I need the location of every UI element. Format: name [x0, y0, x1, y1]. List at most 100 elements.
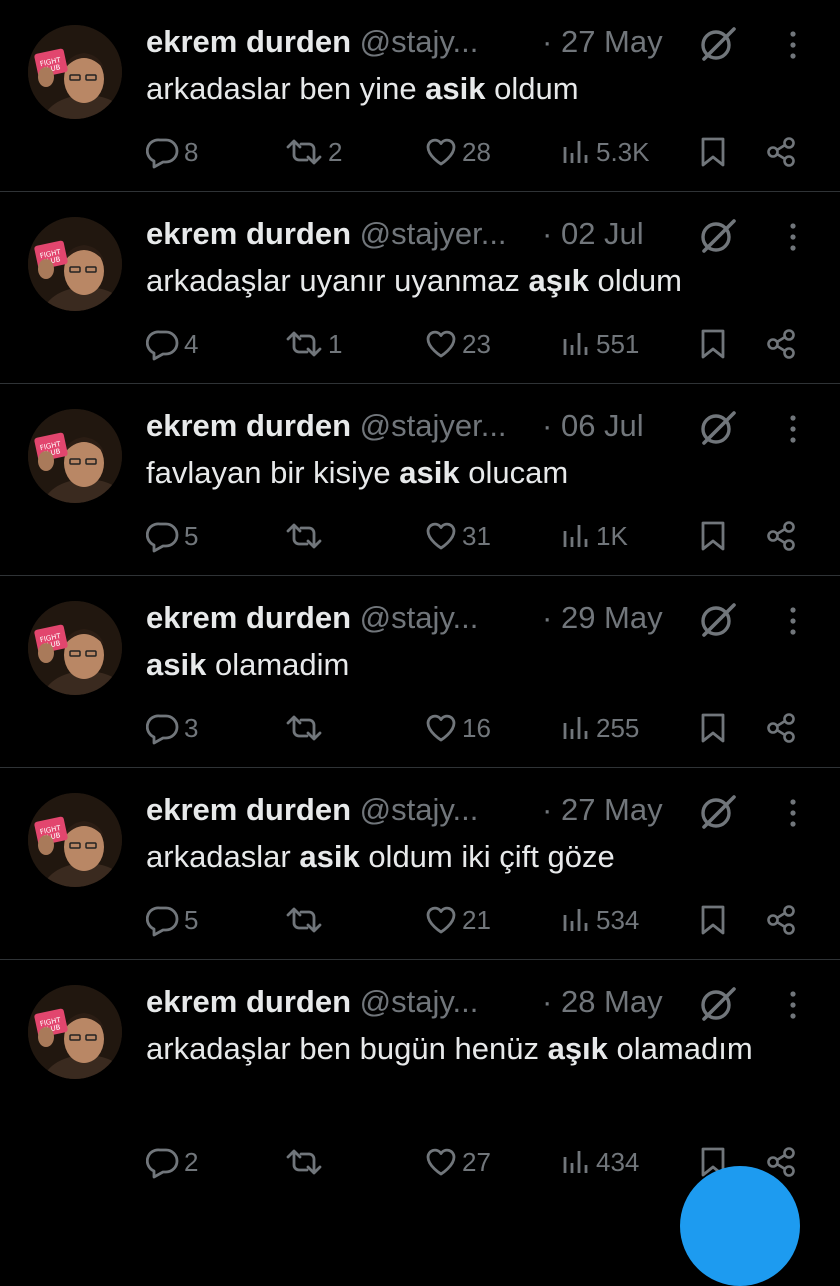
author-handle[interactable]: @stajy... — [360, 600, 479, 635]
tweet[interactable]: FIGHT CLUB ekrem durden @stajy... · 27 M… — [0, 768, 840, 960]
like-button[interactable]: 28 — [424, 130, 491, 174]
reply-button[interactable]: 5 — [146, 514, 198, 558]
views-button[interactable]: 5.3K — [560, 130, 650, 174]
grok-icon[interactable] — [696, 792, 740, 832]
author-handle[interactable]: @stajyer... — [360, 216, 507, 251]
bookmark-button[interactable] — [698, 706, 728, 750]
like-button[interactable]: 31 — [424, 514, 491, 558]
grok-icon[interactable] — [696, 984, 740, 1024]
avatar[interactable]: FIGHT CLUB — [28, 793, 122, 887]
views-button[interactable]: 255 — [560, 706, 639, 750]
grok-icon[interactable] — [696, 408, 740, 448]
tweet-date[interactable]: 28 May — [561, 984, 663, 1019]
like-count: 16 — [462, 712, 491, 743]
retweet-icon — [286, 139, 322, 165]
share-button[interactable] — [764, 898, 798, 942]
retweet-button[interactable] — [284, 1140, 328, 1184]
tweet[interactable]: FIGHT CLUB ekrem durden @stajy... · 29 M… — [0, 576, 840, 768]
author-name[interactable]: ekrem durden — [146, 24, 351, 59]
like-icon — [426, 138, 456, 166]
action-bar: 8 2 28 5.3K — [0, 130, 840, 174]
author-name[interactable]: ekrem durden — [146, 408, 351, 443]
tweet[interactable]: FIGHT CLUB ekrem durden @stajyer... · 02… — [0, 192, 840, 384]
bookmark-button[interactable] — [698, 322, 728, 366]
tweet[interactable]: FIGHT CLUB ekrem durden @stajy... · 28 M… — [0, 960, 840, 1200]
reply-button[interactable]: 4 — [146, 322, 198, 366]
author-name[interactable]: ekrem durden — [146, 216, 351, 251]
tweet-date-wrap[interactable]: · 27 May — [542, 20, 663, 64]
share-button[interactable] — [764, 514, 798, 558]
share-button[interactable] — [764, 706, 798, 750]
author-handle[interactable]: @stajy... — [360, 792, 479, 827]
view-count: 534 — [596, 904, 640, 935]
share-button[interactable] — [764, 130, 798, 174]
retweet-button[interactable] — [284, 706, 328, 750]
retweet-icon — [286, 715, 322, 741]
separator-dot: · — [542, 984, 553, 1019]
separator-dot: · — [542, 24, 553, 59]
views-button[interactable]: 434 — [560, 1140, 639, 1184]
share-button[interactable] — [764, 322, 798, 366]
tweet-text-part: arkadaşlar uyanır uyanmaz — [146, 263, 529, 298]
like-button[interactable]: 27 — [424, 1140, 491, 1184]
tweet-date-wrap[interactable]: · 02 Jul — [542, 212, 644, 256]
author-name[interactable]: ekrem durden — [146, 600, 351, 635]
views-button[interactable]: 551 — [560, 322, 639, 366]
tweet-date-wrap[interactable]: · 29 May — [542, 596, 663, 640]
grok-icon[interactable] — [696, 24, 740, 64]
more-icon[interactable] — [782, 988, 804, 1022]
tweet-date-wrap[interactable]: · 06 Jul — [542, 404, 644, 448]
retweet-button[interactable] — [284, 898, 328, 942]
retweet-button[interactable]: 1 — [284, 322, 342, 366]
reply-button[interactable]: 8 — [146, 130, 198, 174]
bookmark-button[interactable] — [698, 130, 728, 174]
compose-button[interactable] — [680, 1166, 800, 1286]
more-icon[interactable] — [782, 28, 804, 62]
retweet-button[interactable]: 2 — [284, 130, 342, 174]
tweet[interactable]: FIGHT CLUB ekrem durden @stajyer... · 06… — [0, 384, 840, 576]
tweet-date[interactable]: 27 May — [561, 792, 663, 827]
reply-count: 4 — [184, 328, 199, 359]
like-button[interactable]: 16 — [424, 706, 491, 750]
author-handle[interactable]: @stajy... — [360, 984, 479, 1019]
more-icon[interactable] — [782, 796, 804, 830]
reply-button[interactable]: 5 — [146, 898, 198, 942]
reply-icon — [146, 1148, 179, 1179]
tweet[interactable]: FIGHT CLUB ekrem durden @stajy... · 27 M… — [0, 0, 840, 192]
retweet-button[interactable] — [284, 514, 328, 558]
tweet-date[interactable]: 29 May — [561, 600, 663, 635]
bookmark-button[interactable] — [698, 898, 728, 942]
bookmark-button[interactable] — [698, 514, 728, 558]
views-button[interactable]: 534 — [560, 898, 639, 942]
tweet-text-bold: asik — [425, 71, 486, 106]
tweet-date-wrap[interactable]: · 27 May — [542, 788, 663, 832]
more-icon[interactable] — [782, 220, 804, 254]
tweet-date-wrap[interactable]: · 28 May — [542, 980, 663, 1024]
tweet-date[interactable]: 02 Jul — [561, 216, 644, 251]
avatar[interactable]: FIGHT CLUB — [28, 25, 122, 119]
grok-icon[interactable] — [696, 600, 740, 640]
tweet-date[interactable]: 27 May — [561, 24, 663, 59]
grok-icon[interactable] — [696, 216, 740, 256]
avatar[interactable]: FIGHT CLUB — [28, 601, 122, 695]
like-button[interactable]: 21 — [424, 898, 491, 942]
avatar[interactable]: FIGHT CLUB — [28, 985, 122, 1079]
reply-button[interactable]: 2 — [146, 1140, 198, 1184]
author-handle[interactable]: @stajyer... — [360, 408, 507, 443]
avatar[interactable]: FIGHT CLUB — [28, 217, 122, 311]
reply-button[interactable]: 3 — [146, 706, 198, 750]
separator-dot: · — [542, 216, 553, 251]
like-icon — [426, 714, 456, 742]
author-name[interactable]: ekrem durden — [146, 792, 351, 827]
more-icon[interactable] — [782, 412, 804, 446]
views-button[interactable]: 1K — [560, 514, 628, 558]
like-icon — [426, 330, 456, 358]
bookmark-icon — [701, 713, 725, 743]
author-handle[interactable]: @stajy... — [360, 24, 479, 59]
action-bar: 3 16 255 — [0, 706, 840, 750]
more-icon[interactable] — [782, 604, 804, 638]
tweet-date[interactable]: 06 Jul — [561, 408, 644, 443]
like-button[interactable]: 23 — [424, 322, 491, 366]
author-name[interactable]: ekrem durden — [146, 984, 351, 1019]
avatar[interactable]: FIGHT CLUB — [28, 409, 122, 503]
